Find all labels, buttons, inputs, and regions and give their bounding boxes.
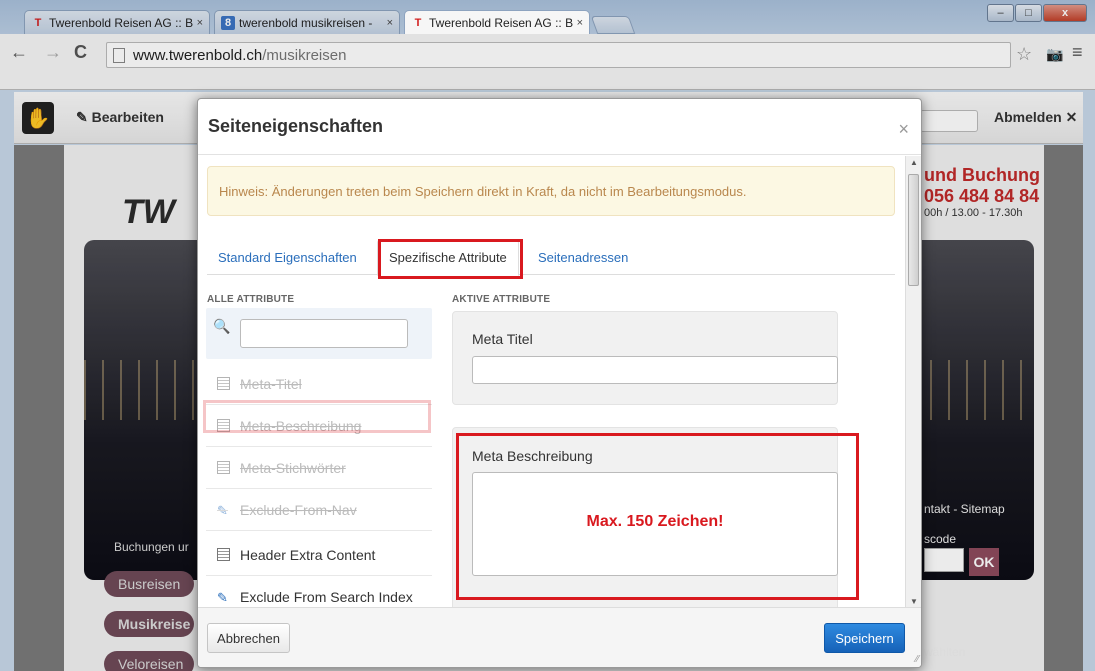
cancel-button[interactable]: Abbrechen xyxy=(207,623,290,653)
resize-grip-icon[interactable]: ⁄⁄ xyxy=(916,654,919,665)
active-attributes-heading: AKTIVE ATTRIBUTE xyxy=(452,294,551,305)
textarea-icon xyxy=(217,461,230,474)
attribute-search: 🔍 xyxy=(206,308,432,359)
checkbox-icon: ✎ xyxy=(217,590,228,605)
save-button[interactable]: Speichern xyxy=(824,623,905,653)
attribute-label: Meta-Titel xyxy=(240,375,302,392)
all-attributes-heading: ALLE ATTRIBUTE xyxy=(207,294,295,305)
attribute-label: Exclude From Search Index xyxy=(240,588,413,605)
attribute-item-exclude-from-nav[interactable]: ✎ Exclude-From-Nav xyxy=(206,489,432,531)
attribute-item-meta-stichwoerter[interactable]: Meta-Stichwörter xyxy=(206,447,432,489)
scroll-thumb[interactable] xyxy=(908,174,919,286)
attribute-label: Header Extra Content xyxy=(240,546,376,563)
dialog-footer: Abbrechen Speichern ⁄⁄ xyxy=(198,607,921,667)
scroll-down-icon[interactable]: ▼ xyxy=(910,597,918,606)
dialog-scrollbar[interactable]: ▲ ▼ xyxy=(905,156,921,608)
browser-tab-3-active[interactable]: T Twerenbold Reisen AG :: B × xyxy=(404,10,590,34)
dialog-header: Seiteneigenschaften × xyxy=(198,99,921,155)
active-attributes-column: AKTIVE ATTRIBUTE Meta Titel Meta Beschre… xyxy=(452,284,892,608)
dialog-tabs: Standard Eigenschaften Spezifische Attri… xyxy=(207,239,895,276)
attribute-item-meta-titel[interactable]: Meta-Titel xyxy=(206,363,432,405)
search-icon: 🔍 xyxy=(213,318,231,334)
tab-page-addresses[interactable]: Seitenadressen xyxy=(527,239,639,275)
tab-title: Twerenbold Reisen AG :: B xyxy=(429,15,573,30)
attribute-item-header-extra-content[interactable]: Header Extra Content xyxy=(206,534,432,576)
attribute-item-exclude-from-search-index[interactable]: ✎ Exclude From Search Index xyxy=(206,576,432,608)
notice-alert: Hinweis: Änderungen treten beim Speicher… xyxy=(207,166,895,216)
attribute-label: Exclude-From-Nav xyxy=(240,501,357,518)
attribute-search-input[interactable] xyxy=(240,319,408,348)
tab-standard-properties[interactable]: Standard Eigenschaften xyxy=(207,239,368,275)
attribute-label: Meta-Stichwörter xyxy=(240,459,346,476)
meta-title-label: Meta Titel xyxy=(472,331,533,347)
dialog-title: Seiteneigenschaften xyxy=(208,116,384,136)
highlight-box-tab xyxy=(378,239,523,279)
all-attributes-column: ALLE ATTRIBUTE 🔍 Meta-Titel Meta-Beschre… xyxy=(198,284,432,608)
site-favicon-icon: T xyxy=(414,16,422,29)
tab-close-icon[interactable]: × xyxy=(577,17,583,29)
page-properties-dialog: Seiteneigenschaften × Hinweis: Änderunge… xyxy=(197,98,922,668)
highlight-box-faint xyxy=(203,400,431,433)
close-icon[interactable]: × xyxy=(898,119,909,140)
dialog-body: Hinweis: Änderungen treten beim Speicher… xyxy=(198,156,906,608)
meta-title-panel: Meta Titel xyxy=(452,311,838,405)
textarea-icon xyxy=(217,377,230,390)
meta-title-input[interactable] xyxy=(472,356,838,384)
textarea-icon xyxy=(217,548,230,561)
scroll-up-icon[interactable]: ▲ xyxy=(910,158,918,167)
checkbox-icon: ✎ xyxy=(217,503,228,518)
highlight-box-description xyxy=(456,433,859,600)
